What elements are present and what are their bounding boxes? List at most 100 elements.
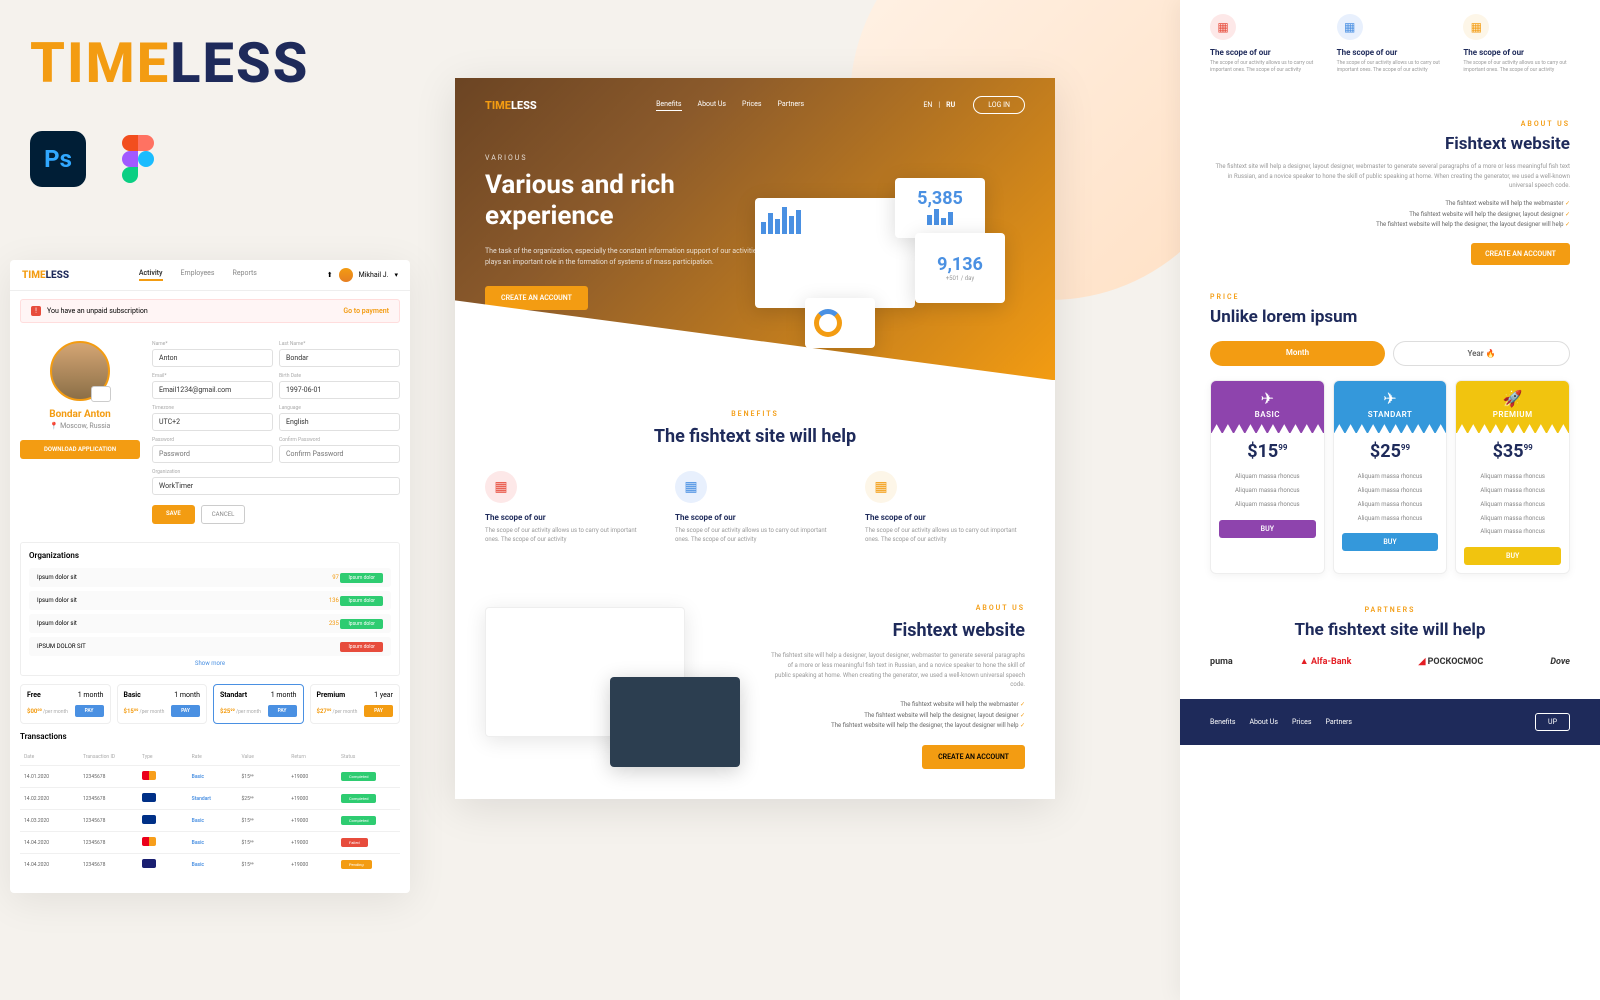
- show-more-link[interactable]: Show more: [29, 660, 391, 667]
- footer-nav-item[interactable]: Prices: [1292, 718, 1311, 726]
- landing-logo: TIMELESS: [485, 99, 537, 112]
- benefit-icon: ▦: [1337, 14, 1363, 40]
- save-button[interactable]: SAVE: [152, 505, 195, 524]
- create-account-button[interactable]: CREATE AN ACCOUNT: [922, 745, 1025, 769]
- org-row[interactable]: IPSUM DOLOR SIT Ipsum dolor: [29, 637, 391, 656]
- card-icon: [142, 859, 156, 868]
- plan-icon: ✈: [1338, 389, 1443, 408]
- card-icon: [142, 837, 156, 846]
- scroll-up-button[interactable]: UP: [1535, 713, 1570, 731]
- alert-icon: !: [31, 306, 41, 316]
- right-panel: ▦The scope of ourThe scope of our activi…: [1180, 0, 1600, 1000]
- hero-eyebrow: VARIOUS: [485, 154, 1025, 162]
- cancel-button[interactable]: CANCEL: [201, 505, 246, 524]
- benefit-icon: ▦: [675, 471, 707, 503]
- toggle-year[interactable]: Year 🔥: [1393, 341, 1570, 366]
- birth-input[interactable]: [279, 381, 400, 399]
- partner-logo: ◢ РОСКОСМОС: [1418, 657, 1483, 667]
- footer-nav-item[interactable]: Benefits: [1210, 718, 1235, 726]
- dashboard-nav: Activity Employees Reports: [139, 269, 257, 281]
- partner-logo: Dove: [1550, 657, 1570, 667]
- plan-icon: ✈: [1215, 389, 1320, 408]
- benefit-card: ▦The scope of ourThe scope of our activi…: [485, 471, 645, 544]
- benefit-card: ▦The scope of ourThe scope of our activi…: [865, 471, 1025, 544]
- partner-logo: ▲ Alfa-Bank: [1300, 656, 1352, 667]
- check-item: The fishtext website will help the desig…: [770, 721, 1025, 732]
- benefit-card: ▦The scope of ourThe scope of our activi…: [1210, 14, 1317, 74]
- plan-card[interactable]: Basic1 month$15⁹⁹ /per monthPAY: [117, 684, 208, 724]
- benefits-title: The fishtext site will help: [485, 426, 1025, 447]
- confirm-password-input[interactable]: [279, 445, 400, 463]
- figma-icon: [110, 131, 166, 187]
- photoshop-icon: Ps: [30, 131, 86, 187]
- nav-item[interactable]: Activity: [139, 269, 163, 281]
- buy-button[interactable]: BUY: [1342, 533, 1439, 551]
- profile-photo[interactable]: [50, 341, 110, 401]
- about-mockup: [485, 607, 740, 767]
- email-input[interactable]: [152, 381, 273, 399]
- organization-select[interactable]: [152, 477, 400, 495]
- plan-card[interactable]: Premium1 year$27⁹⁹ /per monthPAY: [310, 684, 401, 724]
- nav-item[interactable]: Prices: [742, 100, 761, 111]
- about-text: The fishtext site will help a designer, …: [1210, 162, 1570, 191]
- price-plan: ✈STANDART$2599Aliquam massa rhoncusAliqu…: [1333, 380, 1448, 574]
- nav-item[interactable]: About Us: [698, 100, 727, 111]
- pay-button[interactable]: PAY: [171, 705, 200, 717]
- create-account-button[interactable]: CREATE AN ACCOUNT: [1471, 243, 1570, 265]
- language-select[interactable]: [279, 413, 400, 431]
- language-switch[interactable]: EN | RU LOG IN: [923, 96, 1025, 114]
- camera-icon: [91, 386, 111, 402]
- check-item: The fishtext website will help the desig…: [1210, 210, 1570, 221]
- user-menu[interactable]: ⬆ Mikhail J. ▾: [327, 268, 398, 282]
- profile-location: 📍 Moscow, Russia: [20, 422, 140, 430]
- benefit-icon: ▦: [485, 471, 517, 503]
- footer-nav-item[interactable]: Partners: [1325, 718, 1352, 726]
- benefit-icon: ▦: [1210, 14, 1236, 40]
- footer: Benefits About Us Prices Partners UP: [1180, 699, 1600, 745]
- transaction-row: 14.03.202012345678Basic$15⁹⁹+19000Comple…: [20, 809, 400, 831]
- buy-button[interactable]: BUY: [1219, 520, 1316, 538]
- transaction-row: 14.04.202012345678Basic$15⁹⁹+19000Failed: [20, 831, 400, 853]
- about-title: Fishtext website: [770, 620, 1025, 641]
- password-input[interactable]: [152, 445, 273, 463]
- organizations-section: Organizations Ipsum dolor sit97 Ipsum do…: [20, 542, 400, 676]
- pay-button[interactable]: PAY: [75, 705, 104, 717]
- nav-item[interactable]: Reports: [233, 269, 257, 281]
- check-item: The fishtext website will help the webma…: [770, 700, 1025, 711]
- nav-item[interactable]: Partners: [778, 100, 805, 111]
- nav-item[interactable]: Employees: [181, 269, 215, 281]
- login-button[interactable]: LOG IN: [973, 96, 1025, 114]
- go-to-payment-link[interactable]: Go to payment: [343, 307, 389, 315]
- landing-panel: TIMELESS BenefitsAbout UsPricesPartners …: [455, 78, 1055, 799]
- about-text: The fishtext site will help a designer, …: [770, 651, 1025, 689]
- plan-card[interactable]: Standart1 month$25⁹⁹ /per monthPAY: [213, 684, 304, 724]
- footer-nav-item[interactable]: About Us: [1249, 718, 1278, 726]
- buy-button[interactable]: BUY: [1464, 547, 1561, 565]
- profile-form: Name* Last Name* Email* Birth Date Timez…: [152, 341, 400, 524]
- about-label: ABOUT US: [1210, 120, 1570, 128]
- timezone-select[interactable]: [152, 413, 273, 431]
- org-row[interactable]: Ipsum dolor sit136 Ipsum dolor: [29, 591, 391, 610]
- partners-label: PARTNERS: [1210, 606, 1570, 614]
- transaction-row: 14.01.202012345678Basic$15⁹⁹+19000Comple…: [20, 765, 400, 787]
- org-row[interactable]: Ipsum dolor sit97 Ipsum dolor: [29, 568, 391, 587]
- pay-button[interactable]: PAY: [268, 705, 297, 717]
- name-input[interactable]: [152, 349, 273, 367]
- download-app-button[interactable]: DOWNLOAD APPLICATION: [20, 440, 140, 459]
- benefit-card: ▦The scope of ourThe scope of our activi…: [1463, 14, 1570, 74]
- profile-name: Bondar Anton: [20, 409, 140, 420]
- brand-panel: TIMELESS Ps: [30, 30, 309, 187]
- pay-button[interactable]: PAY: [364, 705, 393, 717]
- toggle-month[interactable]: Month: [1210, 341, 1385, 366]
- card-icon: [142, 771, 156, 780]
- benefit-card: ▦The scope of ourThe scope of our activi…: [1337, 14, 1444, 74]
- dashboard-panel: TIMELESS ActivityEmployeesReports ⬆ Mikh…: [10, 260, 410, 893]
- lastname-input[interactable]: [279, 349, 400, 367]
- benefit-card: ▦The scope of ourThe scope of our activi…: [675, 471, 835, 544]
- plan-card[interactable]: Free1 month$00⁰⁰ /per monthPAY: [20, 684, 111, 724]
- org-row[interactable]: Ipsum dolor sit235 Ipsum dolor: [29, 614, 391, 633]
- benefit-icon: ▦: [1463, 14, 1489, 40]
- nav-item[interactable]: Benefits: [656, 100, 681, 111]
- card-icon: [142, 793, 156, 802]
- benefits-label: BENEFITS: [485, 410, 1025, 418]
